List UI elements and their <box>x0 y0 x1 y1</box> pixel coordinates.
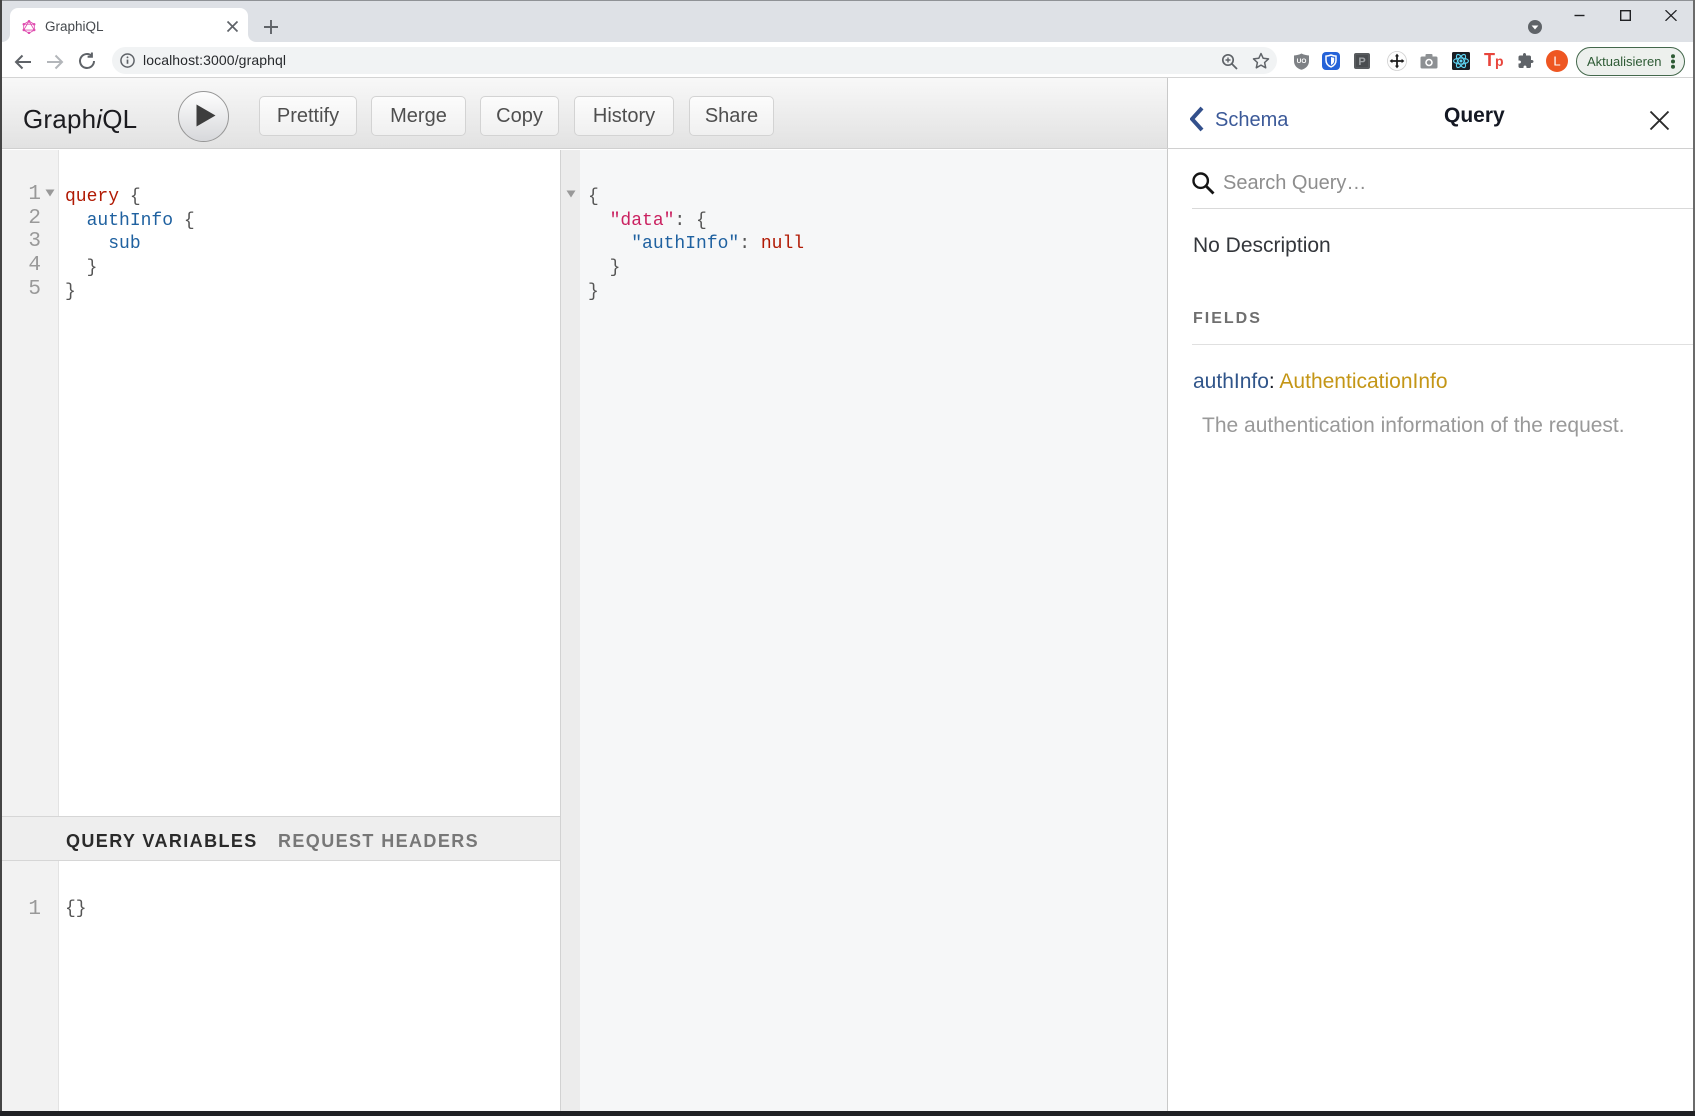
svg-text:L: L <box>1553 54 1560 69</box>
svg-text:UO: UO <box>1297 58 1307 65</box>
svg-text:P: P <box>1358 56 1365 68</box>
